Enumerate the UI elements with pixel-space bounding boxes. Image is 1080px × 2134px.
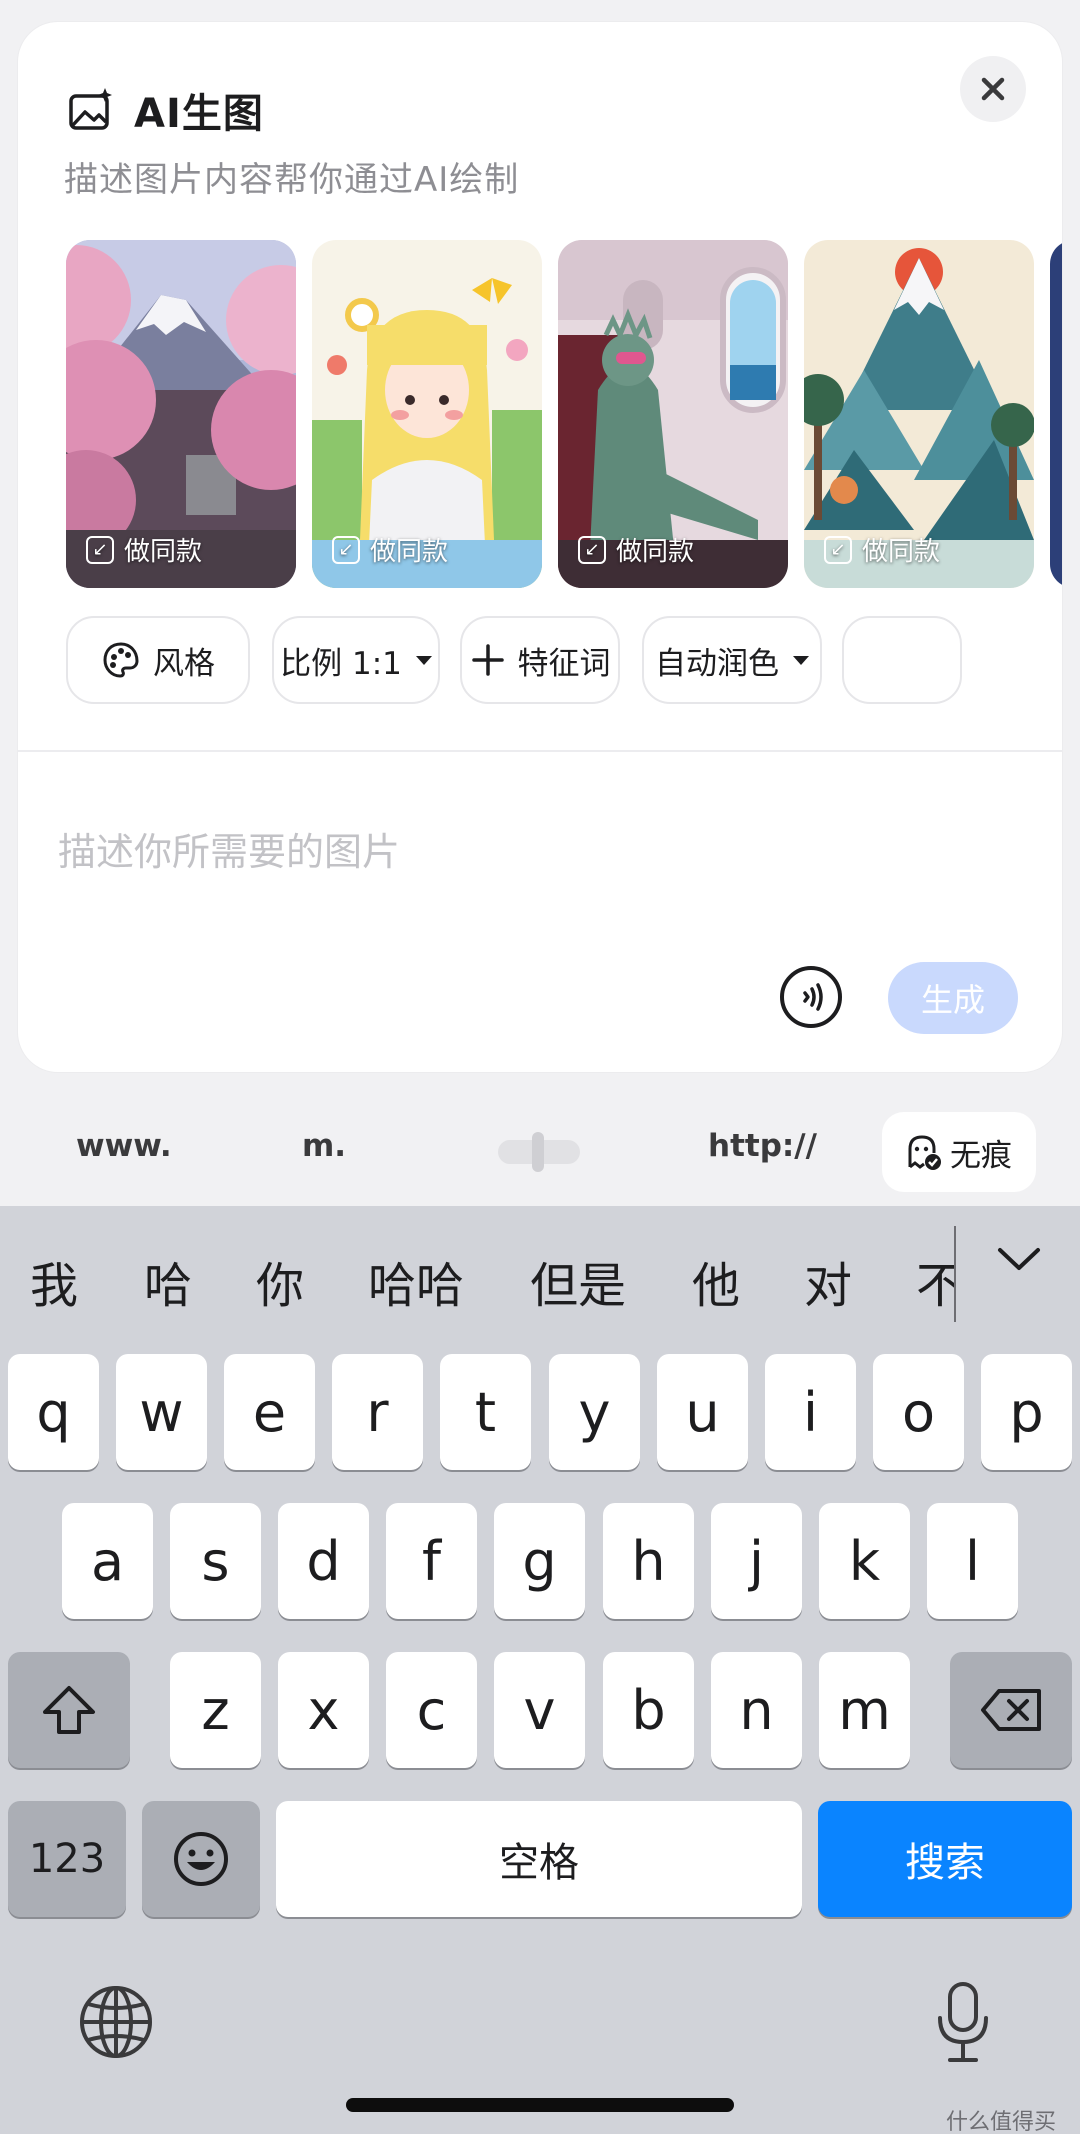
- gallery-item-landscape[interactable]: ↙ 做同款: [804, 240, 1034, 588]
- caret-down-icon: [793, 655, 809, 665]
- emoji-key[interactable]: [142, 1801, 260, 1917]
- auto-color-chip[interactable]: 自动润色: [642, 616, 822, 704]
- emoji-icon: [174, 1832, 228, 1886]
- key-u[interactable]: u: [657, 1354, 748, 1470]
- candidate-separator: [954, 1226, 956, 1322]
- key-a[interactable]: a: [62, 1503, 153, 1619]
- close-icon: [981, 77, 1005, 101]
- page-title: AI生图: [134, 91, 264, 137]
- chevron-down-icon[interactable]: [996, 1244, 1042, 1274]
- divider: [18, 750, 1062, 752]
- option-chips: 风格 比例 1:1 特征词 自动润色: [66, 616, 1062, 708]
- space-key[interactable]: 空格: [276, 1801, 802, 1917]
- same-style-badge[interactable]: ↙ 做同款: [824, 531, 940, 568]
- voice-wave-icon: [803, 983, 823, 1011]
- key-q[interactable]: q: [8, 1354, 99, 1470]
- prompt-input[interactable]: [58, 802, 1018, 902]
- ratio-chip[interactable]: 比例 1:1: [272, 616, 440, 704]
- key-m[interactable]: m: [819, 1652, 910, 1768]
- numbers-key[interactable]: 123: [8, 1801, 126, 1917]
- candidate-item[interactable]: 对: [804, 1246, 852, 1316]
- gallery-item-partial[interactable]: [1050, 240, 1062, 588]
- globe-icon[interactable]: [78, 1984, 154, 2060]
- key-e[interactable]: e: [224, 1354, 315, 1470]
- key-h[interactable]: h: [603, 1503, 694, 1619]
- ghost-check-icon: [908, 1135, 941, 1170]
- image-sparkle-icon: [69, 88, 112, 130]
- delete-key[interactable]: [950, 1652, 1072, 1768]
- same-style-badge[interactable]: ↙ 做同款: [578, 531, 694, 568]
- key-l[interactable]: l: [927, 1503, 1018, 1619]
- shift-icon: [43, 1686, 95, 1734]
- page-subtitle: 描述图片内容帮你通过AI绘制: [64, 160, 520, 200]
- same-style-badge[interactable]: ↙ 做同款: [332, 531, 448, 568]
- keyboard-accessory-bar: www. m. http:// 无痕: [0, 1098, 1080, 1206]
- candidate-bar: 我 哈 你 哈哈 但是 他 对 不: [0, 1206, 1080, 1336]
- key-i[interactable]: i: [765, 1354, 856, 1470]
- key-n[interactable]: n: [711, 1652, 802, 1768]
- key-y[interactable]: y: [549, 1354, 640, 1470]
- candidate-item[interactable]: 哈: [144, 1246, 192, 1316]
- close-button[interactable]: [960, 56, 1026, 122]
- same-style-badge[interactable]: ↙ 做同款: [86, 531, 202, 568]
- http-shortcut[interactable]: http://: [708, 1128, 817, 1164]
- gallery-item-statue[interactable]: ↙ 做同款: [558, 240, 788, 588]
- arrow-in-icon: ↙: [578, 535, 606, 564]
- key-f[interactable]: f: [386, 1503, 477, 1619]
- more-chip[interactable]: [842, 616, 962, 704]
- arrow-in-icon: ↙: [824, 535, 852, 564]
- arrow-in-icon: ↙: [86, 535, 114, 564]
- key-o[interactable]: o: [873, 1354, 964, 1470]
- key-g[interactable]: g: [494, 1503, 585, 1619]
- www-shortcut[interactable]: www.: [76, 1128, 172, 1164]
- key-p[interactable]: p: [981, 1354, 1072, 1470]
- title-row: AI生图: [68, 80, 264, 140]
- voice-input-button[interactable]: [780, 966, 842, 1028]
- search-key[interactable]: 搜索: [818, 1801, 1072, 1917]
- features-chip[interactable]: 特征词: [460, 616, 620, 704]
- key-c[interactable]: c: [386, 1652, 477, 1768]
- key-v[interactable]: v: [494, 1652, 585, 1768]
- arrow-in-icon: ↙: [332, 535, 360, 564]
- key-r[interactable]: r: [332, 1354, 423, 1470]
- incognito-button[interactable]: 无痕: [882, 1112, 1036, 1192]
- style-chip[interactable]: 风格: [66, 616, 250, 704]
- candidate-item[interactable]: 他: [692, 1246, 740, 1316]
- home-indicator[interactable]: [346, 2098, 734, 2112]
- shift-key[interactable]: [8, 1652, 130, 1768]
- cursor-slider[interactable]: [498, 1132, 580, 1172]
- example-gallery[interactable]: ↙ 做同款 ↙ 做同款 ↙ 做同款 ↙ 做同款: [66, 240, 1062, 590]
- candidate-item[interactable]: 哈哈: [368, 1246, 464, 1316]
- ai-image-card: AI生图 描述图片内容帮你通过AI绘制 ↙ 做同款 ↙ 做同款 ↙ 做同款 ↙ …: [18, 22, 1062, 1072]
- caret-down-icon: [415, 655, 432, 665]
- key-j[interactable]: j: [711, 1503, 802, 1619]
- key-s[interactable]: s: [170, 1503, 261, 1619]
- microphone-icon[interactable]: [934, 1980, 992, 2066]
- gallery-item-fuji[interactable]: ↙ 做同款: [66, 240, 296, 588]
- candidate-item[interactable]: 我: [30, 1246, 78, 1316]
- keyboard: 我 哈 你 哈哈 但是 他 对 不 q w e r t y u i o p a …: [0, 1206, 1080, 2134]
- gallery-item-girl[interactable]: ↙ 做同款: [312, 240, 542, 588]
- key-d[interactable]: d: [278, 1503, 369, 1619]
- candidate-item[interactable]: 你: [256, 1246, 304, 1316]
- key-w[interactable]: w: [116, 1354, 207, 1470]
- key-k[interactable]: k: [819, 1503, 910, 1619]
- key-x[interactable]: x: [278, 1652, 369, 1768]
- plus-icon: [471, 644, 504, 676]
- backspace-icon: [981, 1689, 1041, 1731]
- key-t[interactable]: t: [440, 1354, 531, 1470]
- candidate-item[interactable]: 不: [916, 1246, 956, 1316]
- watermark: 什么值得买: [946, 2110, 1057, 2134]
- key-z[interactable]: z: [170, 1652, 261, 1768]
- candidate-item[interactable]: 但是: [530, 1246, 626, 1316]
- generate-button[interactable]: 生成: [888, 962, 1018, 1034]
- m-shortcut[interactable]: m.: [302, 1128, 346, 1164]
- key-b[interactable]: b: [603, 1652, 694, 1768]
- palette-icon: [103, 642, 139, 678]
